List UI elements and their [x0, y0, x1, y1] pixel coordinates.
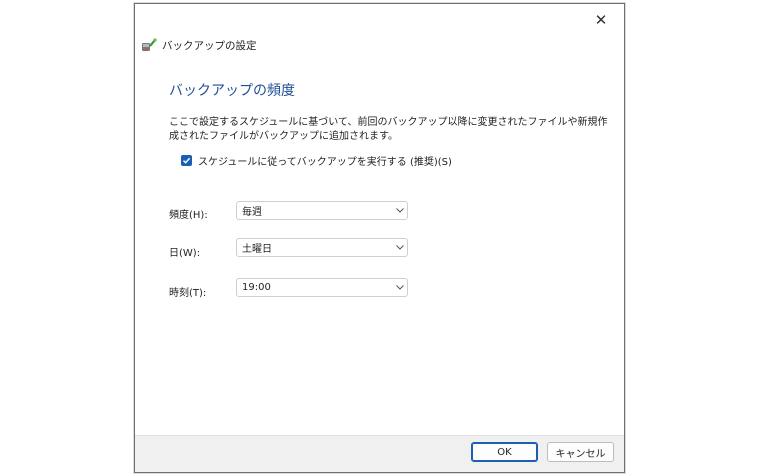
backup-settings-dialog: ✕ バックアップの設定 バックアップの頻度 ここで設定するスケジュールに基づいて…	[134, 3, 625, 473]
backup-app-icon	[142, 38, 157, 51]
frequency-value: 毎週	[242, 207, 262, 218]
close-button[interactable]: ✕	[588, 9, 614, 31]
window-title: バックアップの設定	[162, 39, 257, 52]
schedule-checkbox-row[interactable]: スケジュールに従ってバックアップを実行する (推奨)(S)	[181, 153, 452, 168]
description-text: ここで設定するスケジュールに基づいて、前回のバックアップ以降に変更されたファイル…	[169, 117, 608, 142]
time-label: 時刻(T):	[169, 288, 207, 299]
schedule-checkbox[interactable]	[181, 155, 192, 166]
day-select[interactable]: 土曜日	[236, 238, 408, 257]
frequency-select[interactable]: 毎週	[236, 201, 408, 220]
cancel-button[interactable]: キャンセル	[547, 442, 614, 462]
time-value: 19:00	[242, 282, 271, 293]
chevron-down-icon	[393, 285, 407, 290]
time-select[interactable]: 19:00	[236, 278, 408, 297]
title-bar: バックアップの設定	[141, 37, 257, 53]
day-label: 日(W):	[169, 248, 201, 259]
chevron-down-icon	[393, 245, 407, 250]
ok-button[interactable]: OK	[471, 442, 538, 462]
frequency-label: 頻度(H):	[169, 210, 208, 221]
checkmark-icon	[182, 157, 191, 164]
close-icon: ✕	[594, 11, 608, 29]
chevron-down-icon	[393, 208, 407, 213]
page-heading: バックアップの頻度	[169, 83, 295, 99]
dialog-footer: OK キャンセル	[135, 435, 624, 472]
day-value: 土曜日	[242, 244, 272, 255]
schedule-checkbox-label[interactable]: スケジュールに従ってバックアップを実行する (推奨)(S)	[198, 153, 452, 168]
